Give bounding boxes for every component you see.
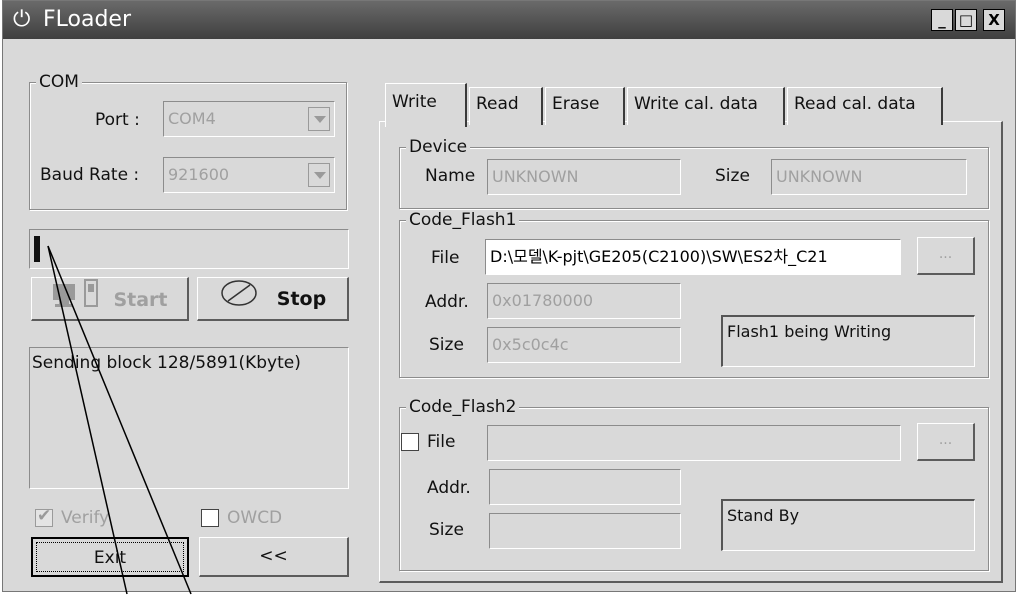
tab-erase[interactable]: Erase	[545, 87, 625, 125]
flash2-size-label: Size	[429, 520, 464, 540]
title-bar[interactable]: ⏻ FLoader _ □ X	[3, 1, 1015, 39]
flash2-browse-button[interactable]: ...	[917, 423, 975, 461]
port-select[interactable]: COM4	[163, 101, 335, 137]
checkmark-icon: ✔	[37, 506, 52, 526]
device-size-value: UNKNOWN	[776, 167, 863, 186]
flash2-file-label: File	[427, 432, 456, 452]
verify-checkbox[interactable]: ✔	[35, 506, 53, 527]
flash1-browse-label: ...	[938, 246, 953, 262]
maximize-icon: □	[958, 11, 974, 29]
minimize-icon: _	[938, 11, 946, 29]
port-label: Port :	[95, 110, 140, 130]
com-legend: COM	[36, 72, 82, 92]
code-flash1-legend: Code_Flash1	[406, 210, 520, 230]
flash2-status-box: Stand By	[721, 499, 975, 551]
flash2-addr-label: Addr.	[427, 478, 471, 498]
flash2-file-input[interactable]	[487, 425, 901, 461]
flash2-size-field	[489, 513, 681, 549]
flash1-addr-field: 0x01780000	[487, 283, 681, 319]
floader-window: ⏻ FLoader _ □ X COM Port : COM4 Baud Rat…	[2, 0, 1016, 592]
power-icon: ⏻	[13, 7, 31, 32]
computer-phone-icon	[51, 278, 107, 322]
flash1-size-label: Size	[429, 335, 464, 355]
stop-label: Stop	[276, 288, 327, 310]
collapse-label: <<	[259, 546, 288, 566]
owcd-checkbox[interactable]	[201, 509, 219, 527]
owcd-label: OWCD	[227, 508, 283, 528]
device-name-field: UNKNOWN	[487, 159, 681, 195]
tab-write-cal-data[interactable]: Write cal. data	[627, 87, 785, 125]
flash1-file-input[interactable]: D:\모델\K-pjt\GE205(C2100)\SW\ES2차_C21	[485, 239, 901, 275]
exit-label: Exit	[93, 548, 127, 568]
device-name-value: UNKNOWN	[492, 167, 579, 186]
device-name-label: Name	[425, 166, 476, 186]
close-button[interactable]: X	[983, 9, 1005, 31]
tab-write-label: Write	[392, 92, 437, 112]
flash1-status-text: Flash1 being Writing	[727, 322, 892, 341]
port-value: COM4	[168, 109, 216, 128]
tab-write[interactable]: Write	[385, 83, 467, 127]
start-button[interactable]: Start	[31, 277, 189, 321]
maximize-button[interactable]: □	[955, 9, 977, 31]
device-size-field: UNKNOWN	[771, 159, 967, 195]
flash1-status-box: Flash1 being Writing	[721, 315, 975, 367]
device-legend: Device	[406, 137, 471, 157]
tab-read-label: Read	[476, 94, 519, 114]
flash1-file-label: File	[431, 248, 460, 268]
flash1-browse-button[interactable]: ...	[917, 237, 975, 275]
minimize-button[interactable]: _	[931, 9, 953, 31]
flash1-file-value: D:\모델\K-pjt\GE205(C2100)\SW\ES2차_C21	[490, 247, 828, 266]
log-text: Sending block 128/5891(Kbyte)	[32, 353, 301, 373]
tab-write-cal-label: Write cal. data	[634, 94, 758, 114]
flash1-size-field: 0x5c0c4c	[487, 327, 681, 363]
baud-rate-select[interactable]: 921600	[163, 157, 335, 193]
flash1-size-value: 0x5c0c4c	[492, 335, 569, 354]
close-icon: X	[988, 11, 1000, 29]
tab-read-cal-label: Read cal. data	[794, 94, 916, 114]
collapse-button[interactable]: <<	[199, 537, 349, 577]
exit-button[interactable]: Exit	[31, 537, 189, 577]
device-size-label: Size	[715, 166, 750, 186]
prohibited-icon	[219, 278, 259, 320]
flash2-file-checkbox[interactable]	[401, 433, 419, 451]
flash1-addr-value: 0x01780000	[492, 291, 594, 310]
chevron-down-icon[interactable]	[308, 163, 330, 187]
baud-rate-label: Baud Rate :	[40, 165, 140, 185]
flash2-browse-label: ...	[938, 432, 953, 448]
flash2-status-text: Stand By	[727, 506, 800, 525]
progress-bar	[29, 229, 349, 269]
window-title: FLoader	[43, 7, 132, 32]
stop-button[interactable]: Stop	[197, 277, 349, 321]
log-box: Sending block 128/5891(Kbyte)	[29, 347, 349, 489]
code-flash2-legend: Code_Flash2	[406, 397, 520, 417]
tab-erase-label: Erase	[552, 94, 600, 114]
flash1-addr-label: Addr.	[425, 292, 469, 312]
start-label: Start	[113, 289, 168, 311]
verify-label: Verify	[61, 508, 110, 528]
progress-fill	[34, 236, 40, 262]
flash2-addr-field	[489, 469, 681, 505]
chevron-down-icon[interactable]	[308, 107, 330, 131]
tab-read[interactable]: Read	[469, 87, 543, 125]
tab-read-cal-data[interactable]: Read cal. data	[787, 87, 943, 125]
baud-rate-value: 921600	[168, 165, 230, 184]
